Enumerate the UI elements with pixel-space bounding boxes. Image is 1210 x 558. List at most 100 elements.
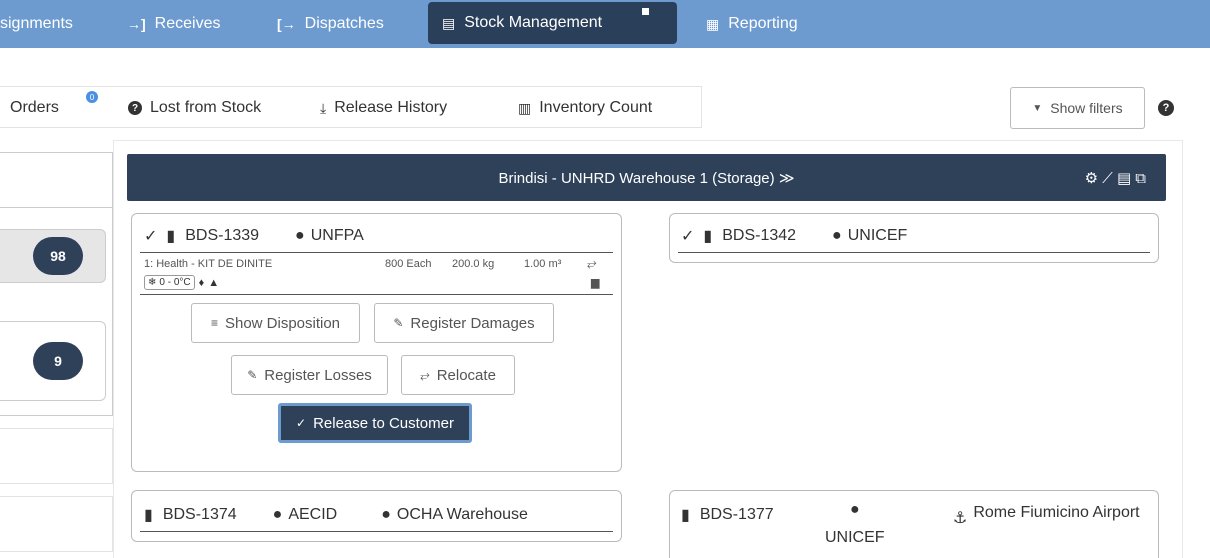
sign-in-icon: →] xyxy=(127,16,146,32)
warehouse-tool-icons[interactable]: ⚙ ⟋ ▤ ⧉ xyxy=(1085,169,1146,187)
nav-reporting[interactable]: ▦ Reporting xyxy=(706,0,798,48)
item-volume: 1.00 m³ xyxy=(524,258,562,270)
warehouse-tools: ⚙ ⟋ ▤ ⧉ xyxy=(1085,154,1146,201)
card-id: BDS-1374 xyxy=(162,506,237,523)
tab-lost-from-stock-label: Lost from Stock xyxy=(150,99,262,116)
stock-subnav: Orders 0 ? Lost from Stock ⤓ Release His… xyxy=(0,86,702,128)
divider xyxy=(678,252,1150,253)
left-location-panel: 98 9 xyxy=(0,152,113,416)
filter-icon: ▼ xyxy=(1032,102,1043,114)
card-location: Rome Fiumicino Airport xyxy=(973,504,1140,521)
bookmark-icon: ▮ xyxy=(703,228,713,245)
user-icon: ● xyxy=(849,501,860,518)
tab-release-history-label: Release History xyxy=(334,99,448,116)
card-id-row: ▮ BDS-1377 xyxy=(681,505,774,525)
consignment-card-bds-1339: ✓ ▮ BDS-1339 ● UNFPA 1: Health - KIT DE … xyxy=(131,213,622,472)
check-icon: ✓ xyxy=(681,228,695,245)
show-filters-button[interactable]: ▼ Show filters xyxy=(1010,87,1145,129)
tab-release-history[interactable]: ⤓ Release History xyxy=(320,87,447,129)
tab-orders-label: Orders xyxy=(10,99,59,116)
card-org: UNFPA xyxy=(310,227,364,244)
anchor-icon: ⚓ xyxy=(953,510,968,527)
tab-inventory-count[interactable]: ▥ Inventory Count xyxy=(518,87,652,129)
register-losses-label: Register Losses xyxy=(264,366,372,384)
nav-stock-management-label: Stock Management xyxy=(464,14,603,31)
show-disposition-button[interactable]: ≡ Show Disposition xyxy=(191,303,360,343)
item-quantity: 800 Each xyxy=(385,258,432,270)
consignment-card-bds-1374[interactable]: ▮ BDS-1374 ● AECID ● OCHA Warehouse xyxy=(131,490,622,542)
register-losses-button[interactable]: ✎ Register Losses xyxy=(231,355,388,395)
snowflake-icon: ❄ xyxy=(148,277,157,288)
temperature-tag: ❄ 0 - 0°C xyxy=(144,275,195,290)
nav-consignments-label: signments xyxy=(0,15,73,32)
item-description: 1: Health - KIT DE DINITE xyxy=(144,258,273,270)
card-org: AECID xyxy=(288,506,338,523)
consignment-card-bds-1377[interactable]: ▮ BDS-1377 ● UNICEF ⚓ Rome Fiumicino Air… xyxy=(669,490,1159,558)
count-badge: 9 xyxy=(33,342,83,380)
nav-receives-label: Receives xyxy=(154,15,221,32)
nav-dispatches[interactable]: [→ Dispatches xyxy=(277,0,384,48)
relocate-label: Relocate xyxy=(436,366,496,384)
check-icon: ✓ xyxy=(144,228,158,245)
tab-lost-from-stock[interactable]: ? Lost from Stock xyxy=(128,87,261,129)
bookmark-icon: ▮ xyxy=(166,228,176,245)
warehouse-title: Brindisi - UNHRD Warehouse 1 (Storage) ≫ xyxy=(498,169,795,187)
sign-out-icon: [→ xyxy=(277,16,296,32)
calculator-icon: ▥ xyxy=(518,99,532,116)
orders-count-badge: 0 xyxy=(86,91,98,103)
left-panel-header xyxy=(0,153,112,208)
item-weight: 200.0 kg xyxy=(452,258,495,270)
consignment-card-bds-1342[interactable]: ✓ ▮ BDS-1342 ● UNICEF xyxy=(669,213,1159,263)
temperature-value: 0 - 0°C xyxy=(159,277,191,288)
user-icon: ● xyxy=(295,227,305,244)
card-heading: ✓ ▮ BDS-1339 ● UNFPA xyxy=(144,226,364,246)
relocate-icon: ⥂ xyxy=(587,256,597,270)
user-icon: ● xyxy=(272,506,283,523)
left-empty-card xyxy=(0,428,113,484)
release-to-customer-button[interactable]: ✓ Release to Customer xyxy=(278,403,472,443)
user-icon: ● xyxy=(381,506,391,523)
lightbulb-icon: ♦ xyxy=(198,276,205,289)
check-icon: ✓ xyxy=(296,416,307,430)
card-heading: ✓ ▮ BDS-1342 ● UNICEF xyxy=(681,226,907,246)
location-card-selected[interactable]: 98 xyxy=(0,229,106,283)
release-to-customer-label: Release to Customer xyxy=(313,414,454,432)
active-indicator-icon xyxy=(642,8,649,15)
nav-receives[interactable]: →] Receives xyxy=(127,0,220,48)
show-filters-label: Show filters xyxy=(1050,100,1123,116)
card-org: UNICEF xyxy=(847,227,908,244)
hand-release-icon: ⤓ xyxy=(320,99,327,116)
register-damages-button[interactable]: ✎ Register Damages xyxy=(374,303,554,343)
card-heading: ▮ BDS-1374 ● AECID ● OCHA Warehouse xyxy=(144,505,528,525)
nav-dispatches-label: Dispatches xyxy=(304,15,384,32)
relocate-icon: ⥂ xyxy=(420,367,430,382)
card-id: BDS-1342 xyxy=(722,227,797,244)
relocate-button[interactable]: ⥂ Relocate xyxy=(401,355,515,395)
count-badge: 98 xyxy=(33,237,83,275)
card-id: BDS-1377 xyxy=(699,506,774,523)
card-id: BDS-1339 xyxy=(185,227,260,244)
warehouse-header[interactable]: Brindisi - UNHRD Warehouse 1 (Storage) ≫… xyxy=(127,154,1166,201)
warehouse-icon: ▤ xyxy=(442,14,456,31)
bookmark-icon: ▮ xyxy=(681,507,690,524)
tab-inventory-count-label: Inventory Count xyxy=(539,99,653,116)
divider xyxy=(140,531,613,532)
lock-icon: ▲ xyxy=(208,276,220,289)
trash-icon[interactable]: ▆ xyxy=(591,276,599,289)
nav-consignments[interactable]: signments xyxy=(0,0,73,48)
divider xyxy=(140,252,613,253)
register-damages-label: Register Damages xyxy=(410,314,535,332)
help-icon[interactable]: ? xyxy=(1158,100,1174,116)
user-icon: ● xyxy=(832,227,842,244)
divider xyxy=(140,294,613,295)
tab-orders[interactable]: Orders 0 xyxy=(10,87,98,129)
nav-reporting-label: Reporting xyxy=(728,15,798,32)
pencil-icon: ✎ xyxy=(393,316,404,330)
nav-stock-management[interactable]: ▤ Stock Management xyxy=(428,2,677,44)
card-org: UNICEF xyxy=(825,529,885,546)
left-empty-card xyxy=(0,496,113,552)
location-card[interactable]: 9 xyxy=(0,321,106,401)
question-icon: ? xyxy=(128,101,142,115)
item-attributes: ❄ 0 - 0°C ♦ ▲ xyxy=(144,275,219,290)
pencil-icon: ✎ xyxy=(247,368,258,382)
